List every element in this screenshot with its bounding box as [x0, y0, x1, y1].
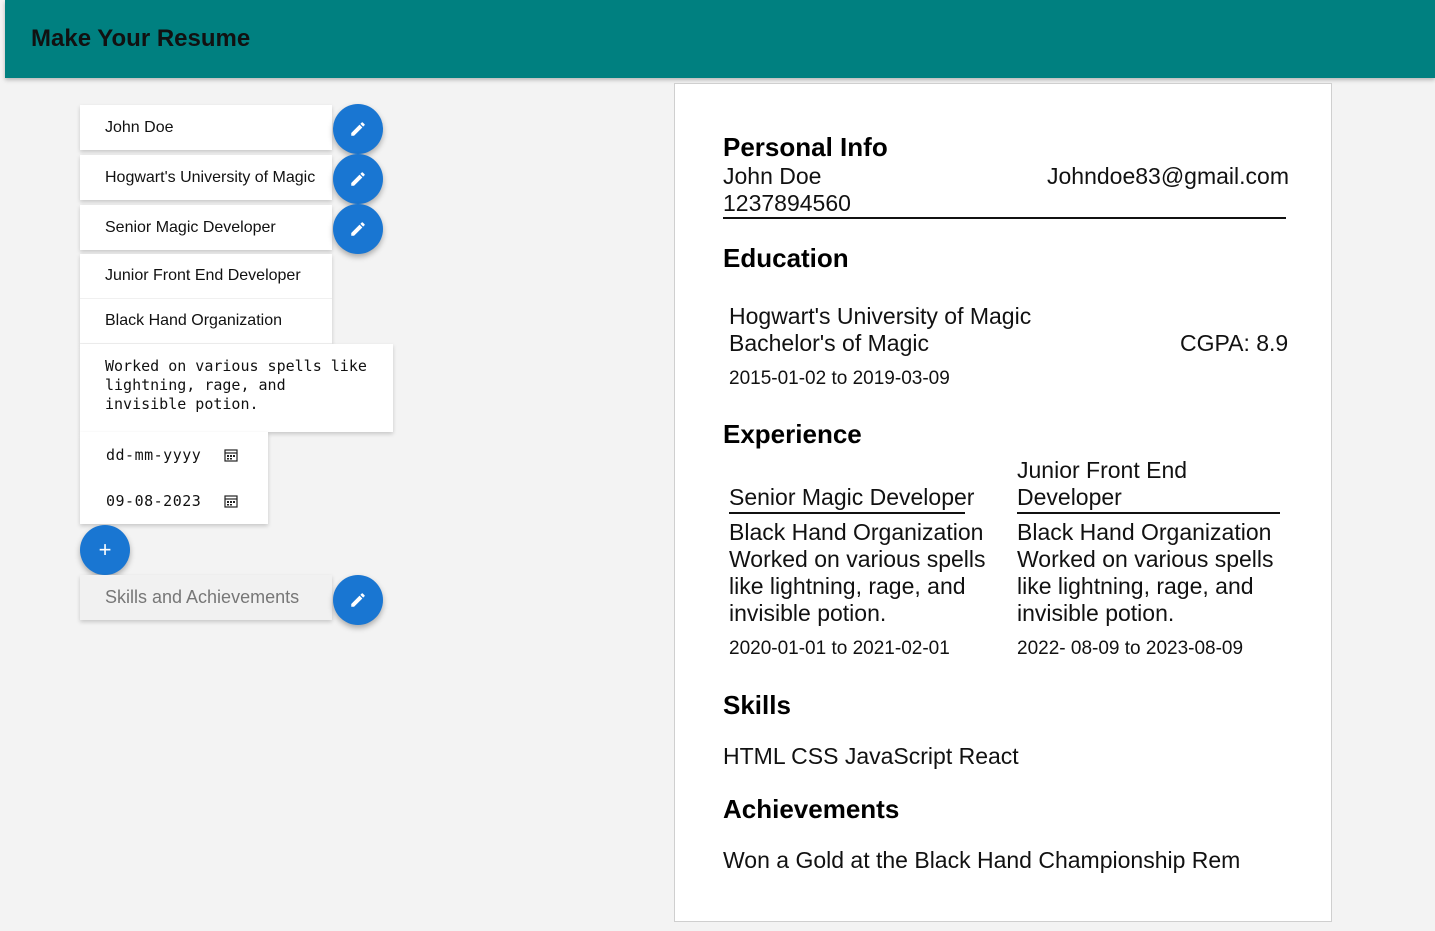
personal-info-divider — [723, 217, 1286, 219]
experience-1-description: Worked on various spells like lightning,… — [729, 546, 986, 626]
plus-icon: + — [98, 537, 112, 562]
end-date-value: 09-08-2023 — [106, 492, 202, 510]
experience-title-input[interactable]: Junior Front End Developer — [80, 254, 332, 299]
pencil-icon — [351, 593, 365, 607]
pencil-icon — [351, 122, 365, 136]
experience-1-dates: 2020-01-01 to 2021-02-01 — [729, 638, 950, 659]
description-textarea[interactable]: Worked on various spells like lightning,… — [80, 344, 393, 432]
university-field[interactable]: Hogwart's University of Magic — [80, 155, 332, 200]
add-experience-button[interactable]: + — [80, 525, 130, 575]
experience-heading: Experience — [723, 419, 862, 449]
pencil-icon — [351, 172, 365, 186]
skills-text: HTML CSS JavaScript React — [723, 743, 1019, 769]
achievements-heading: Achievements — [723, 794, 900, 824]
job-title-field[interactable]: Senior Magic Developer — [80, 205, 332, 250]
experience-2-dates: 2022- 08-09 to 2023-08-09 — [1017, 638, 1244, 659]
start-date-input[interactable]: dd-mm-yyyy — [80, 432, 268, 478]
education-dates: 2015-01-02 to 2019-03-09 — [729, 368, 950, 389]
date-inputs: dd-mm-yyyy 09-08-2023 — [80, 432, 268, 524]
resume-email: Johndoe83@gmail.com — [1047, 163, 1289, 189]
calendar-icon[interactable] — [224, 494, 238, 508]
experience-2-organization: Black Hand Organization — [1017, 519, 1272, 545]
experience-form: Junior Front End Developer Black Hand Or… — [80, 254, 332, 344]
skills-heading: Skills — [723, 690, 791, 720]
name-field[interactable]: John Doe — [80, 105, 332, 150]
edit-name-button[interactable] — [333, 104, 383, 154]
calendar-icon[interactable] — [224, 448, 238, 462]
app-bar: Make Your Resume — [5, 0, 1435, 78]
experience-1-title: Senior Magic Developer — [729, 484, 975, 510]
edit-skills-button[interactable] — [333, 575, 383, 625]
end-date-input[interactable]: 09-08-2023 — [80, 478, 268, 524]
skills-achievements-field[interactable]: Skills and Achievements — [80, 575, 332, 620]
education-degree: Bachelor's of Magic — [729, 330, 929, 356]
edit-experience-button[interactable] — [333, 204, 383, 254]
education-heading: Education — [723, 243, 849, 273]
experience-2-description: Worked on various spells like lightning,… — [1017, 546, 1274, 626]
app-title: Make Your Resume — [31, 25, 251, 52]
edit-education-button[interactable] — [333, 154, 383, 204]
achievements-text: Won a Gold at the Black Hand Championshi… — [723, 847, 1241, 873]
resume-name: John Doe — [723, 163, 822, 189]
resume-phone: 1237894560 — [723, 190, 851, 216]
start-date-placeholder: dd-mm-yyyy — [106, 446, 202, 464]
education-cgpa: CGPA: 8.9 — [1180, 330, 1289, 356]
pencil-icon — [351, 222, 365, 236]
experience-1-divider — [729, 512, 965, 514]
experience-2-divider — [1017, 512, 1280, 514]
education-university: Hogwart's University of Magic — [729, 303, 1032, 329]
personal-info-heading: Personal Info — [723, 132, 888, 162]
experience-1-organization: Black Hand Organization — [729, 519, 984, 545]
organization-input[interactable]: Black Hand Organization — [80, 299, 332, 344]
resume-preview: Personal Info John Doe Johndoe83@gmail.c… — [674, 83, 1332, 922]
experience-2-title: Junior Front End Developer — [1017, 457, 1188, 510]
